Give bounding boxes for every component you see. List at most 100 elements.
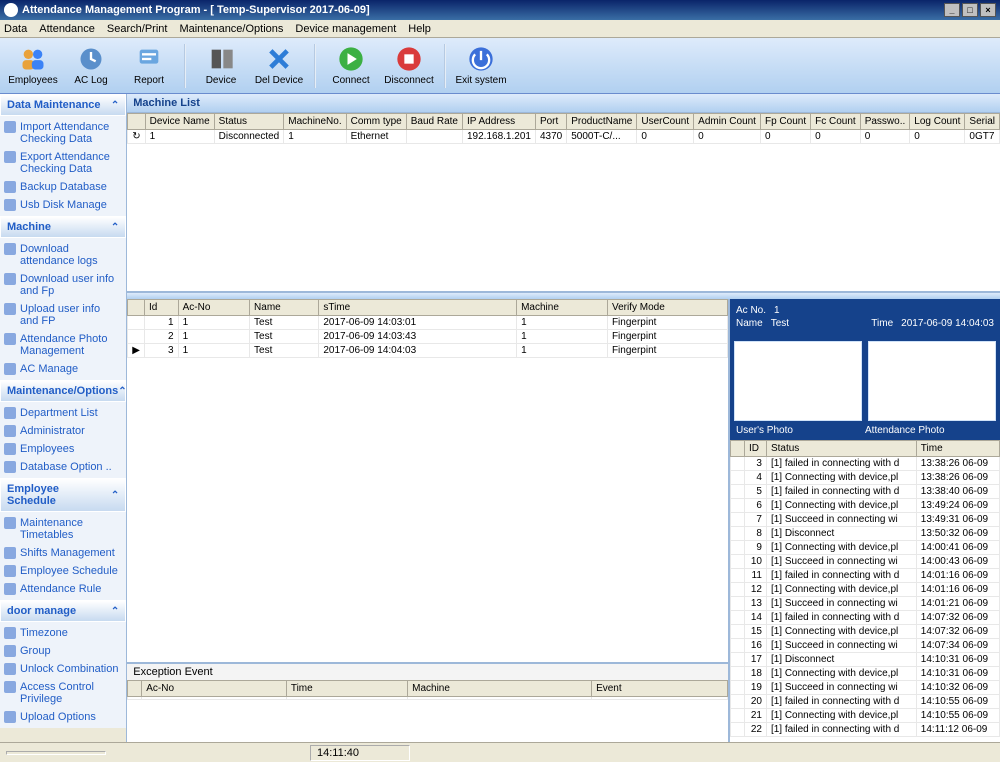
sidebar-item[interactable]: Database Option .. — [0, 458, 126, 476]
sidebar-group-header[interactable]: door manage⌃ — [0, 600, 126, 622]
table-row[interactable]: 11Test2017-06-09 14:03:011Fingerpint — [128, 316, 728, 330]
table-row[interactable]: 11[1] failed in connecting with d14:01:1… — [731, 569, 1000, 583]
column-header[interactable]: UserCount — [637, 114, 694, 130]
exception-grid[interactable]: Ac-NoTimeMachineEvent — [127, 680, 728, 700]
exit-button[interactable]: Exit system — [454, 41, 508, 91]
column-header[interactable]: Ac-No — [142, 681, 287, 697]
table-row[interactable]: 9[1] Connecting with device,pl14:00:41 0… — [731, 541, 1000, 555]
sidebar-item[interactable]: Usb Disk Manage — [0, 196, 126, 214]
column-header[interactable]: Baud Rate — [406, 114, 462, 130]
menu-data[interactable]: Data — [4, 23, 27, 35]
refresh-icon[interactable]: ↻ — [128, 130, 145, 144]
disconnect-button[interactable]: Disconnect — [382, 41, 436, 91]
table-row[interactable]: 4[1] Connecting with device,pl13:38:26 0… — [731, 471, 1000, 485]
table-row[interactable]: 18[1] Connecting with device,pl14:10:31 … — [731, 667, 1000, 681]
sidebar-item[interactable]: Export Attendance Checking Data — [0, 148, 126, 178]
table-row[interactable]: 14[1] failed in connecting with d14:07:3… — [731, 611, 1000, 625]
table-row[interactable]: 7[1] Succeed in connecting wi13:49:31 06… — [731, 513, 1000, 527]
report-button[interactable]: Report — [122, 41, 176, 91]
sidebar-group-header[interactable]: Employee Schedule⌃ — [0, 478, 126, 512]
attendance-log-grid[interactable]: IdAc-NoNamesTimeMachineVerify Mode11Test… — [127, 299, 728, 662]
column-header[interactable]: Name — [250, 300, 319, 316]
menu-maintenance[interactable]: Maintenance/Options — [179, 23, 283, 35]
sidebar-item[interactable]: Attendance Rule — [0, 580, 126, 598]
minimize-button[interactable]: _ — [944, 3, 960, 17]
sidebar-item[interactable]: Group — [0, 642, 126, 660]
column-header[interactable]: Ac-No — [178, 300, 249, 316]
table-row[interactable]: 20[1] failed in connecting with d14:10:5… — [731, 695, 1000, 709]
table-row[interactable]: 10[1] Succeed in connecting wi14:00:43 0… — [731, 555, 1000, 569]
column-header[interactable]: Log Count — [910, 114, 965, 130]
menu-device-mgmt[interactable]: Device management — [295, 23, 396, 35]
column-header[interactable]: Time — [916, 441, 999, 457]
del-device-button[interactable]: Del Device — [252, 41, 306, 91]
table-row[interactable]: 13[1] Succeed in connecting wi14:01:21 0… — [731, 597, 1000, 611]
table-row[interactable]: 21Test2017-06-09 14:03:431Fingerpint — [128, 330, 728, 344]
column-header[interactable]: Id — [144, 300, 178, 316]
sidebar-item[interactable]: Upload Options — [0, 708, 126, 726]
table-row[interactable]: ▶31Test2017-06-09 14:04:031Fingerpint — [128, 344, 728, 358]
sidebar-item[interactable]: Employee Schedule — [0, 562, 126, 580]
sidebar-item[interactable]: Access Control Privilege — [0, 678, 126, 708]
table-row[interactable]: 5[1] failed in connecting with d13:38:40… — [731, 485, 1000, 499]
status-log-grid[interactable]: IDStatusTime3[1] failed in connecting wi… — [730, 440, 1000, 742]
sidebar-item[interactable]: Department List — [0, 404, 126, 422]
sidebar-group-header[interactable]: Data Maintenance⌃ — [0, 94, 126, 116]
sidebar-item[interactable]: Unlock Combination — [0, 660, 126, 678]
sidebar-item[interactable]: Import Attendance Checking Data — [0, 118, 126, 148]
column-header[interactable]: Status — [766, 441, 916, 457]
column-header[interactable]: MachineNo. — [284, 114, 346, 130]
sidebar-item[interactable]: Download user info and Fp — [0, 270, 126, 300]
sidebar-item[interactable]: Administrator — [0, 422, 126, 440]
column-header[interactable]: Serial — [965, 114, 1000, 130]
sidebar-item[interactable]: Maintenance Timetables — [0, 514, 126, 544]
column-header[interactable]: Fp Count — [760, 114, 810, 130]
employees-button[interactable]: Employees — [6, 41, 60, 91]
menu-search-print[interactable]: Search/Print — [107, 23, 168, 35]
column-header[interactable]: Port — [535, 114, 566, 130]
column-header[interactable]: Passwo.. — [860, 114, 910, 130]
column-header[interactable]: Device Name — [145, 114, 214, 130]
column-header[interactable]: ID — [745, 441, 767, 457]
sidebar-group-header[interactable]: Machine⌃ — [0, 216, 126, 238]
column-header[interactable]: ProductName — [567, 114, 637, 130]
close-button[interactable]: × — [980, 3, 996, 17]
sidebar-item[interactable]: Employees — [0, 440, 126, 458]
column-header[interactable]: Machine — [408, 681, 592, 697]
sidebar-item[interactable]: Shifts Management — [0, 544, 126, 562]
aclog-button[interactable]: AC Log — [64, 41, 118, 91]
table-row[interactable]: 16[1] Succeed in connecting wi14:07:34 0… — [731, 639, 1000, 653]
column-header[interactable]: sTime — [319, 300, 517, 316]
table-row[interactable]: 22[1] failed in connecting with d14:11:1… — [731, 723, 1000, 737]
column-header[interactable]: Fc Count — [811, 114, 861, 130]
table-row[interactable] — [128, 697, 728, 700]
sidebar-item[interactable]: Download attendance logs — [0, 240, 126, 270]
table-row[interactable]: 3[1] failed in connecting with d13:38:26… — [731, 457, 1000, 471]
column-header[interactable]: IP Address — [463, 114, 536, 130]
sidebar-item[interactable]: AC Manage — [0, 360, 126, 378]
table-row[interactable]: 15[1] Connecting with device,pl14:07:32 … — [731, 625, 1000, 639]
sidebar-item[interactable]: Attendance Photo Management — [0, 330, 126, 360]
sidebar-group-header[interactable]: Maintenance/Options⌃ — [0, 380, 126, 402]
column-header[interactable]: Machine — [517, 300, 608, 316]
column-header[interactable]: Status — [214, 114, 284, 130]
maximize-button[interactable]: □ — [962, 3, 978, 17]
menu-help[interactable]: Help — [408, 23, 431, 35]
table-row[interactable]: 19[1] Succeed in connecting wi14:10:32 0… — [731, 681, 1000, 695]
table-row[interactable]: 12[1] Connecting with device,pl14:01:16 … — [731, 583, 1000, 597]
connect-button[interactable]: Connect — [324, 41, 378, 91]
table-row[interactable]: 17[1] Disconnect14:10:31 06-09 — [731, 653, 1000, 667]
column-header[interactable]: Event — [592, 681, 728, 697]
sidebar-item[interactable]: Backup Database — [0, 178, 126, 196]
table-row[interactable]: 8[1] Disconnect13:50:32 06-09 — [731, 527, 1000, 541]
table-row[interactable]: 21[1] Connecting with device,pl14:10:55 … — [731, 709, 1000, 723]
table-row[interactable]: 6[1] Connecting with device,pl13:49:24 0… — [731, 499, 1000, 513]
sidebar-item[interactable]: Timezone — [0, 624, 126, 642]
menu-attendance[interactable]: Attendance — [39, 23, 95, 35]
column-header[interactable]: Time — [286, 681, 407, 697]
device-button[interactable]: Device — [194, 41, 248, 91]
table-row[interactable]: ↻1Disconnected1Ethernet192.168.1.2014370… — [128, 130, 1000, 144]
sidebar-item[interactable]: Upload user info and FP — [0, 300, 126, 330]
column-header[interactable]: Comm type — [346, 114, 406, 130]
column-header[interactable]: Verify Mode — [607, 300, 727, 316]
